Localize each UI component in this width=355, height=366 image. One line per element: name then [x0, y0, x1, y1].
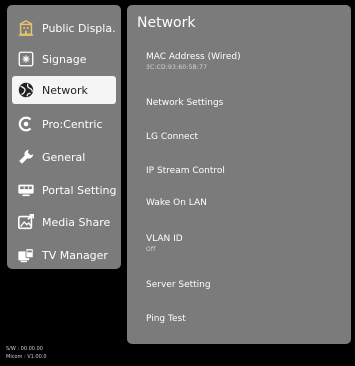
portal-icon	[16, 180, 36, 200]
menu-item-label: Wake On LAN	[146, 198, 207, 208]
menu-item-label: IP Stream Control	[146, 166, 225, 176]
sidebar-item-portal-settings[interactable]: Portal Settings	[12, 176, 116, 204]
sidebar-item-signage[interactable]: Signage	[12, 45, 116, 73]
sidebar-item-tv-manager[interactable]: TV Manager	[12, 241, 116, 269]
sidebar-item-label: General	[42, 150, 86, 164]
software-version: S/W : 00.00.00	[6, 346, 43, 352]
menu-item-label: LG Connect	[146, 132, 199, 142]
menu-item-wake-on-lan[interactable]: Wake On LAN	[146, 198, 346, 208]
micom-version: Micom : V1.00.0	[6, 354, 47, 360]
menu-item-label: MAC Address (Wired)	[146, 52, 241, 62]
procentric-icon	[16, 114, 36, 134]
globe-icon	[16, 80, 36, 100]
version-info: S/W : 00.00.00 Micom : V1.00.0	[6, 345, 47, 361]
tv-manager-icon	[16, 245, 36, 265]
vlan-id-value: Off	[146, 246, 156, 253]
sidebar-item-label: Signage	[42, 52, 87, 66]
menu-item-label: Network Settings	[146, 98, 224, 108]
sidebar-item-network[interactable]: Network	[12, 76, 116, 104]
menu-item-server-setting[interactable]: Server Setting	[146, 280, 346, 290]
menu-item-label: Server Setting	[146, 280, 211, 290]
sidebar-menu: Public Displa... Signage Network Pro:Cen…	[7, 5, 121, 269]
menu-item-label: VLAN ID	[146, 234, 183, 244]
media-share-icon	[16, 212, 36, 232]
signage-icon	[16, 49, 36, 69]
wrench-icon	[16, 147, 36, 167]
sidebar-item-label: Portal Settings	[42, 183, 116, 197]
menu-item-mac-address[interactable]: MAC Address (Wired) 3C:CD:93:60:5B:77	[146, 52, 346, 71]
network-settings-panel: Network MAC Address (Wired) 3C:CD:93:60:…	[127, 5, 351, 344]
sidebar-item-label: TV Manager	[42, 248, 108, 262]
menu-item-ping-test[interactable]: Ping Test	[146, 314, 346, 324]
sidebar-item-procentric[interactable]: Pro:Centric	[12, 110, 116, 138]
sidebar-item-label: Network	[42, 83, 88, 97]
mac-address-value: 3C:CD:93:60:5B:77	[146, 64, 208, 71]
menu-item-vlan-id[interactable]: VLAN ID Off	[146, 234, 346, 253]
menu-item-label: Ping Test	[146, 314, 186, 324]
panel-title: Network	[137, 15, 196, 31]
building-icon	[16, 18, 36, 38]
menu-item-lg-connect[interactable]: LG Connect	[146, 132, 346, 142]
sidebar-item-public-display[interactable]: Public Displa...	[12, 14, 116, 42]
menu-item-ip-stream-control[interactable]: IP Stream Control	[146, 166, 346, 176]
sidebar-item-general[interactable]: General	[12, 143, 116, 171]
sidebar-item-label: Media Share	[42, 215, 111, 229]
sidebar-item-media-share[interactable]: Media Share	[12, 208, 116, 236]
sidebar-item-label: Pro:Centric	[42, 117, 103, 131]
menu-item-network-settings[interactable]: Network Settings	[146, 98, 346, 108]
sidebar-item-label: Public Displa...	[42, 21, 116, 35]
